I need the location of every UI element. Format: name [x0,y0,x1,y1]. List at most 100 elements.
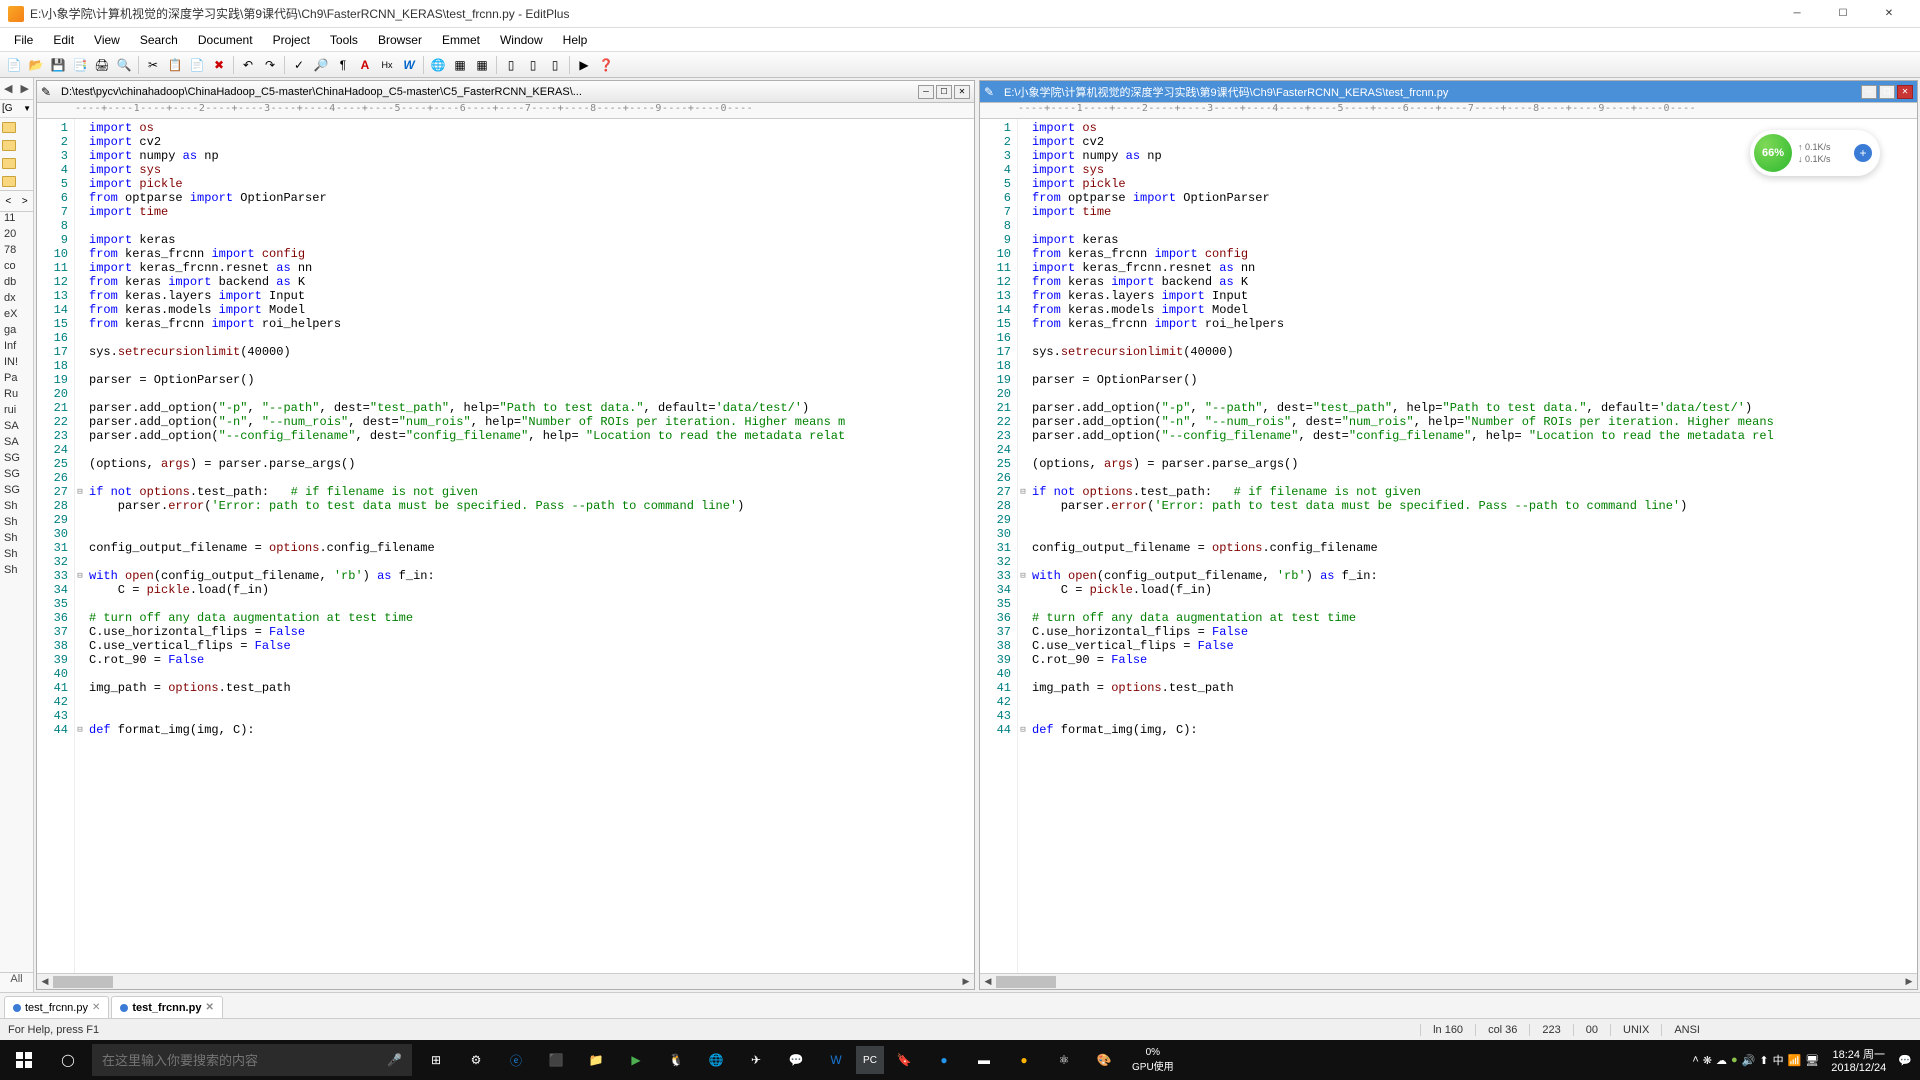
wechat-icon[interactable]: 💬 [776,1040,816,1080]
save-icon[interactable]: 💾 [48,55,68,75]
pane-left-tab[interactable]: ✎ D:\test\pycv\chinahadoop\ChinaHadoop_C… [37,81,974,103]
preview-icon[interactable]: 🔍 [114,55,134,75]
minimize-button[interactable]: ─ [1774,0,1820,28]
word-wrap-icon[interactable]: W [399,55,419,75]
sidebar-item[interactable]: SA [0,420,33,436]
tray-up-icon[interactable]: ˄ [1692,1054,1698,1066]
panel-3-icon[interactable]: ▯ [545,55,565,75]
sidebar-item[interactable]: eX [0,308,33,324]
browser-icon[interactable]: 🌐 [428,55,448,75]
sidebar-item[interactable]: SG [0,484,33,500]
widget-plus-icon[interactable]: + [1854,144,1872,162]
sidebar-drive[interactable]: [G▼ [0,100,33,118]
menu-help[interactable]: Help [553,29,598,51]
app-icon-7[interactable]: ● [1004,1040,1044,1080]
spell-icon[interactable]: ✓ [289,55,309,75]
taskbar-search[interactable]: 🎤 [92,1044,412,1076]
sidebar-item[interactable]: db [0,276,33,292]
pane-minimize-icon[interactable]: ─ [1861,85,1877,99]
sidebar-item[interactable]: Ru [0,388,33,404]
sidebar-folder[interactable] [0,172,33,190]
edge-icon[interactable]: ⓔ [496,1040,536,1080]
open-file-icon[interactable]: 📂 [26,55,46,75]
sidebar-item[interactable]: Sh [0,500,33,516]
undo-icon[interactable]: ↶ [238,55,258,75]
task-view-icon[interactable]: ⊞ [416,1040,456,1080]
app-icon-4[interactable]: ✈ [736,1040,776,1080]
panel-1-icon[interactable]: ▯ [501,55,521,75]
app-icon-5[interactable]: 🔖 [884,1040,924,1080]
close-tab-icon[interactable]: ✕ [205,1002,213,1013]
file-tab[interactable]: test_frcnn.py✕ [4,996,109,1018]
maximize-button[interactable]: ☐ [1820,0,1866,28]
sidebar-item[interactable]: SG [0,468,33,484]
sidebar-item[interactable]: Sh [0,548,33,564]
tray-icon[interactable]: 🖥 [1805,1054,1819,1067]
editor-right[interactable]: 1234567891011121314151617181920212223242… [980,119,1917,973]
cut-icon[interactable]: ✂ [143,55,163,75]
wps-icon[interactable]: W [816,1040,856,1080]
gpu-indicator[interactable]: 0%GPU使用 [1124,1047,1182,1073]
sidebar-item[interactable]: Pa [0,372,33,388]
app-icon-8[interactable]: ⚛ [1044,1040,1084,1080]
taskbar-clock[interactable]: 18:24 周一2018/12/24 [1823,1046,1894,1074]
sidebar-item[interactable]: 20 [0,228,33,244]
sidebar-item[interactable]: SG [0,452,33,468]
app-icon-2[interactable]: ⬛ [536,1040,576,1080]
sidebar-item[interactable]: dx [0,292,33,308]
tray-icon[interactable]: ☁ [1716,1054,1727,1067]
print-icon[interactable]: 🖨 [92,55,112,75]
menu-window[interactable]: Window [490,29,553,51]
sidebar-item[interactable]: Inf [0,340,33,356]
float-widget[interactable]: 66% ↑ 0.1K/s ↓ 0.1K/s + [1750,130,1880,176]
tray-icon[interactable]: ● [1731,1054,1738,1066]
system-tray[interactable]: ˄ ❋ ☁ ● 🔊 ⬆ 中 📶 🖥 18:24 周一2018/12/24 💬 [1692,1046,1920,1074]
app-icon-9[interactable]: 🎨 [1084,1040,1124,1080]
menu-edit[interactable]: Edit [43,29,84,51]
memory-ball[interactable]: 66% [1754,134,1792,172]
sidebar-item[interactable]: Sh [0,564,33,580]
delete-icon[interactable]: ✖ [209,55,229,75]
app-icon-3[interactable]: 🐧 [656,1040,696,1080]
sidebar-item[interactable]: co [0,260,33,276]
toggle-1-icon[interactable]: ▦ [450,55,470,75]
run-icon[interactable]: ▶ [574,55,594,75]
tray-icon[interactable]: ❋ [1703,1054,1712,1067]
hex-icon[interactable]: Hx [377,55,397,75]
redo-icon[interactable]: ↷ [260,55,280,75]
text-format-icon[interactable]: A [355,55,375,75]
pane-maximize-icon[interactable]: ☐ [936,85,952,99]
sidebar-nav2[interactable]: <> [0,190,33,212]
menu-search[interactable]: Search [130,29,188,51]
sidebar-item[interactable]: IN! [0,356,33,372]
media-icon[interactable]: ▶ [616,1040,656,1080]
close-tab-icon[interactable]: ✕ [92,1002,100,1013]
explorer-icon[interactable]: 📁 [576,1040,616,1080]
hscroll-right[interactable]: ◀▶ [980,973,1917,989]
app-icon-1[interactable]: ⚙ [456,1040,496,1080]
tray-icon[interactable]: ⬆ [1759,1054,1768,1067]
chrome-icon[interactable]: 🌐 [696,1040,736,1080]
paste-icon[interactable]: 📄 [187,55,207,75]
start-button[interactable] [0,1040,48,1080]
pane-close-icon[interactable]: ✕ [954,85,970,99]
menu-browser[interactable]: Browser [368,29,432,51]
cortana-icon[interactable]: ◯ [48,1040,88,1080]
mic-icon[interactable]: 🎤 [387,1053,402,1067]
pane-maximize-icon[interactable]: ☐ [1879,85,1895,99]
tray-ime-icon[interactable]: 中 [1773,1052,1784,1068]
sidebar-item[interactable]: 78 [0,244,33,260]
menu-tools[interactable]: Tools [320,29,368,51]
sidebar-nav[interactable]: ◀▶ [0,78,33,100]
editor-left[interactable]: 1234567891011121314151617181920212223242… [37,119,974,973]
sidebar-item[interactable]: 11 [0,212,33,228]
menu-view[interactable]: View [84,29,130,51]
menu-file[interactable]: File [4,29,43,51]
sidebar-folder[interactable] [0,154,33,172]
pane-right-tab[interactable]: ✎ E:\小象学院\计算机视觉的深度学习实践\第9课代码\Ch9\FasterR… [980,81,1917,103]
toggle-2-icon[interactable]: ▦ [472,55,492,75]
sidebar-all-tab[interactable]: All [0,972,33,992]
sidebar-item[interactable]: Sh [0,532,33,548]
pane-minimize-icon[interactable]: ─ [918,85,934,99]
sidebar-item[interactable]: Sh [0,516,33,532]
